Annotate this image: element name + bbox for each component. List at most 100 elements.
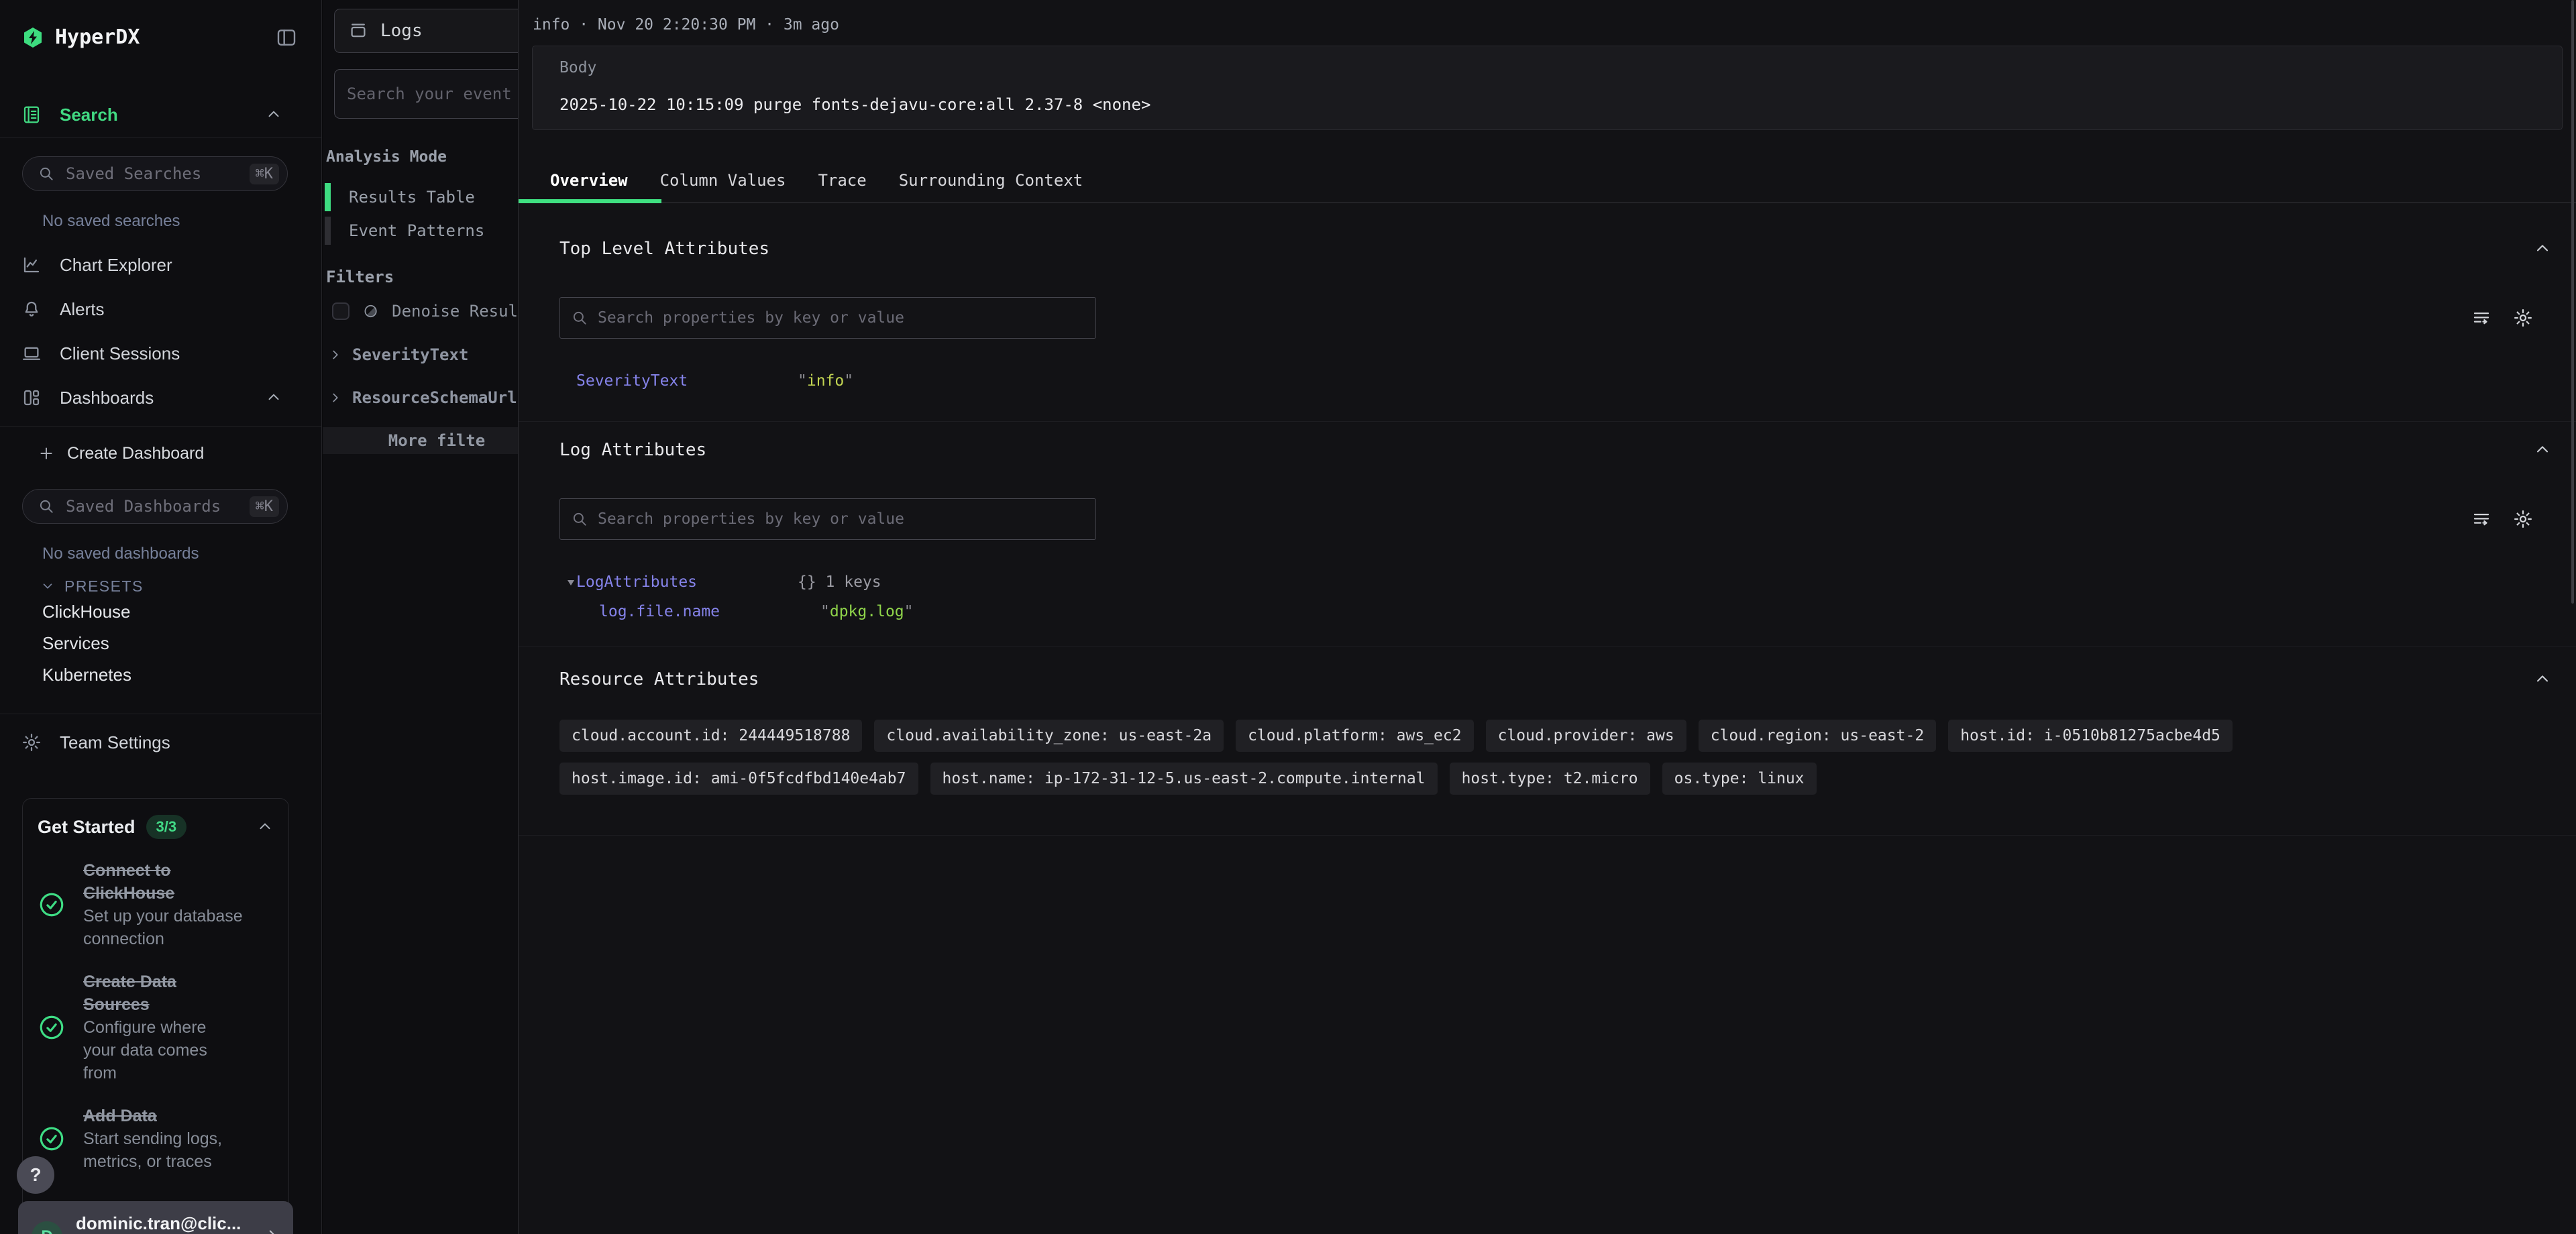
collapse-sidebar-icon[interactable]	[276, 27, 297, 48]
expand-triangle-icon[interactable]	[566, 577, 576, 587]
get-started-header[interactable]: Get Started 3/3	[38, 815, 274, 839]
resource-chips-row-1: cloud.account.id: 244449518788 cloud.ava…	[559, 720, 2552, 752]
scrollbar[interactable]	[2571, 0, 2574, 604]
log-attributes-search-box[interactable]	[559, 498, 1096, 540]
sidebar-item-team-settings[interactable]: Team Settings	[0, 725, 321, 760]
saved-searches-search[interactable]: ⌘K	[22, 156, 288, 191]
user-menu[interactable]: D dominic.tran@clic... dominic.tran@clic…	[18, 1201, 293, 1234]
check-circle-icon	[38, 1013, 66, 1042]
saved-dashboards-input[interactable]	[66, 497, 239, 516]
event-search-box[interactable]	[334, 69, 518, 119]
no-saved-searches-text: No saved searches	[42, 211, 321, 231]
attribute-row: SeverityText "info"	[559, 371, 2552, 391]
more-filters-button[interactable]: More filte	[323, 427, 518, 454]
section-log-attributes: Log Attributes	[519, 422, 2576, 647]
top-level-search-box[interactable]	[559, 297, 1096, 339]
plus-icon	[38, 445, 55, 462]
tab-overview[interactable]: Overview	[534, 158, 644, 202]
chevron-up-icon[interactable]	[2533, 239, 2552, 258]
wrap-lines-icon[interactable]	[2471, 308, 2491, 328]
sidebar-item-search[interactable]: Search	[0, 96, 321, 133]
get-started-item-connect[interactable]: Connect to ClickHouse Set up your databa…	[38, 859, 274, 950]
top-level-search-input[interactable]	[598, 309, 1085, 327]
resource-chip[interactable]: cloud.platform: aws_ec2	[1236, 720, 1474, 752]
event-search-input[interactable]	[347, 85, 518, 103]
attribute-value[interactable]: "info"	[798, 371, 853, 391]
chevron-up-icon[interactable]	[265, 389, 282, 406]
sidebar-item-alerts[interactable]: Alerts	[0, 287, 321, 331]
sidebar-item-label: Alerts	[60, 299, 104, 320]
attribute-value[interactable]: "dpkg.log"	[820, 602, 914, 622]
preset-kubernetes[interactable]: Kubernetes	[0, 659, 321, 691]
create-dashboard-label: Create Dashboard	[67, 444, 204, 463]
attribute-meta: {} 1 keys	[798, 572, 881, 592]
tab-column-values[interactable]: Column Values	[644, 158, 802, 202]
resource-chip[interactable]: cloud.region: us-east-2	[1699, 720, 1937, 752]
attribute-key[interactable]: LogAttributes	[576, 572, 798, 592]
resource-chip[interactable]: cloud.account.id: 244449518788	[559, 720, 862, 752]
step-title: Add Data	[83, 1105, 243, 1127]
tab-surrounding-context[interactable]: Surrounding Context	[883, 158, 1099, 202]
denoise-results-toggle[interactable]: Denoise Resul	[332, 298, 518, 324]
mode-results-table[interactable]: Results Table	[323, 180, 518, 214]
attribute-key[interactable]: SeverityText	[576, 371, 798, 391]
active-indicator	[325, 183, 331, 211]
filter-group-resourceschemaurl[interactable]: ResourceSchemaUrl	[328, 384, 518, 411]
body-content[interactable]: 2025-10-22 10:15:09 purge fonts-dejavu-c…	[559, 95, 2562, 115]
sidebar-item-dashboards[interactable]: Dashboards	[0, 376, 321, 420]
source-select[interactable]: Logs	[334, 9, 518, 53]
chevron-up-icon[interactable]	[2533, 670, 2552, 689]
attribute-key[interactable]: log.file.name	[599, 602, 820, 622]
source-select-value: Logs	[380, 21, 423, 41]
presets-toggle[interactable]: PRESETS	[40, 576, 321, 596]
create-dashboard-button[interactable]: Create Dashboard	[0, 436, 321, 471]
chevron-up-icon[interactable]	[2533, 441, 2552, 459]
event-header: info · Nov 20 2:20:30 PM · 3m ago	[519, 0, 2576, 33]
resource-chip[interactable]: host.type: t2.micro	[1450, 763, 1650, 795]
section-title: Resource Attributes	[559, 669, 759, 690]
sidebar-item-client-sessions[interactable]: Client Sessions	[0, 331, 321, 376]
filters-label: Filters	[326, 268, 518, 286]
denoise-checkbox[interactable]	[332, 302, 350, 320]
check-circle-icon	[38, 891, 66, 919]
saved-searches-input[interactable]	[66, 164, 239, 183]
search-icon	[38, 498, 55, 515]
tab-trace[interactable]: Trace	[802, 158, 882, 202]
resource-chip[interactable]: os.type: linux	[1662, 763, 1817, 795]
filter-group-label: ResourceSchemaUrl	[352, 388, 517, 407]
resource-chip[interactable]: cloud.availability_zone: us-east-2a	[874, 720, 1224, 752]
inactive-indicator	[325, 217, 331, 245]
detail-tabs: Overview Column Values Trace Surrounding…	[519, 158, 2576, 203]
gear-icon	[21, 732, 42, 752]
help-button[interactable]: ?	[17, 1156, 54, 1194]
step-desc: Configure where your data comes from	[83, 1016, 243, 1084]
body-card: Body 2025-10-22 10:15:09 purge fonts-dej…	[532, 46, 2563, 130]
log-attributes-search-input[interactable]	[598, 510, 1085, 528]
saved-dashboards-search[interactable]: ⌘K	[22, 489, 288, 524]
get-started-item-sources[interactable]: Create Data Sources Configure where your…	[38, 970, 274, 1084]
resource-chip[interactable]: cloud.provider: aws	[1486, 720, 1686, 752]
resource-chip[interactable]: host.id: i-0510b81275acbe4d5	[1948, 720, 2233, 752]
chevron-up-icon[interactable]	[256, 818, 274, 836]
filter-group-severitytext[interactable]: SeverityText	[328, 341, 518, 368]
gear-icon[interactable]	[2513, 308, 2533, 328]
mode-label: Event Patterns	[349, 221, 484, 240]
get-started-item-add-data[interactable]: Add Data Start sending logs, metrics, or…	[38, 1105, 274, 1173]
sidebar-item-label: Search	[60, 105, 118, 125]
preset-services[interactable]: Services	[0, 628, 321, 659]
resource-chip[interactable]: host.name: ip-172-31-12-5.us-east-2.comp…	[930, 763, 1438, 795]
step-desc: Set up your database connection	[83, 905, 243, 950]
preset-clickhouse[interactable]: ClickHouse	[0, 596, 321, 628]
mode-event-patterns[interactable]: Event Patterns	[323, 214, 518, 247]
chevron-up-icon[interactable]	[265, 106, 282, 123]
sidebar-item-chart-explorer[interactable]: Chart Explorer	[0, 243, 321, 287]
resource-chip[interactable]: host.image.id: ami-0f5fcdfbd140e4ab7	[559, 763, 918, 795]
logs-source-icon	[348, 21, 368, 41]
chevron-down-icon	[40, 579, 55, 594]
wrap-lines-icon[interactable]	[2471, 509, 2491, 529]
bell-icon	[21, 299, 42, 319]
chevron-right-icon	[328, 347, 343, 362]
gear-icon[interactable]	[2513, 509, 2533, 529]
progress-badge: 3/3	[146, 815, 187, 839]
event-detail-panel: info · Nov 20 2:20:30 PM · 3m ago Body 2…	[518, 0, 2576, 1234]
